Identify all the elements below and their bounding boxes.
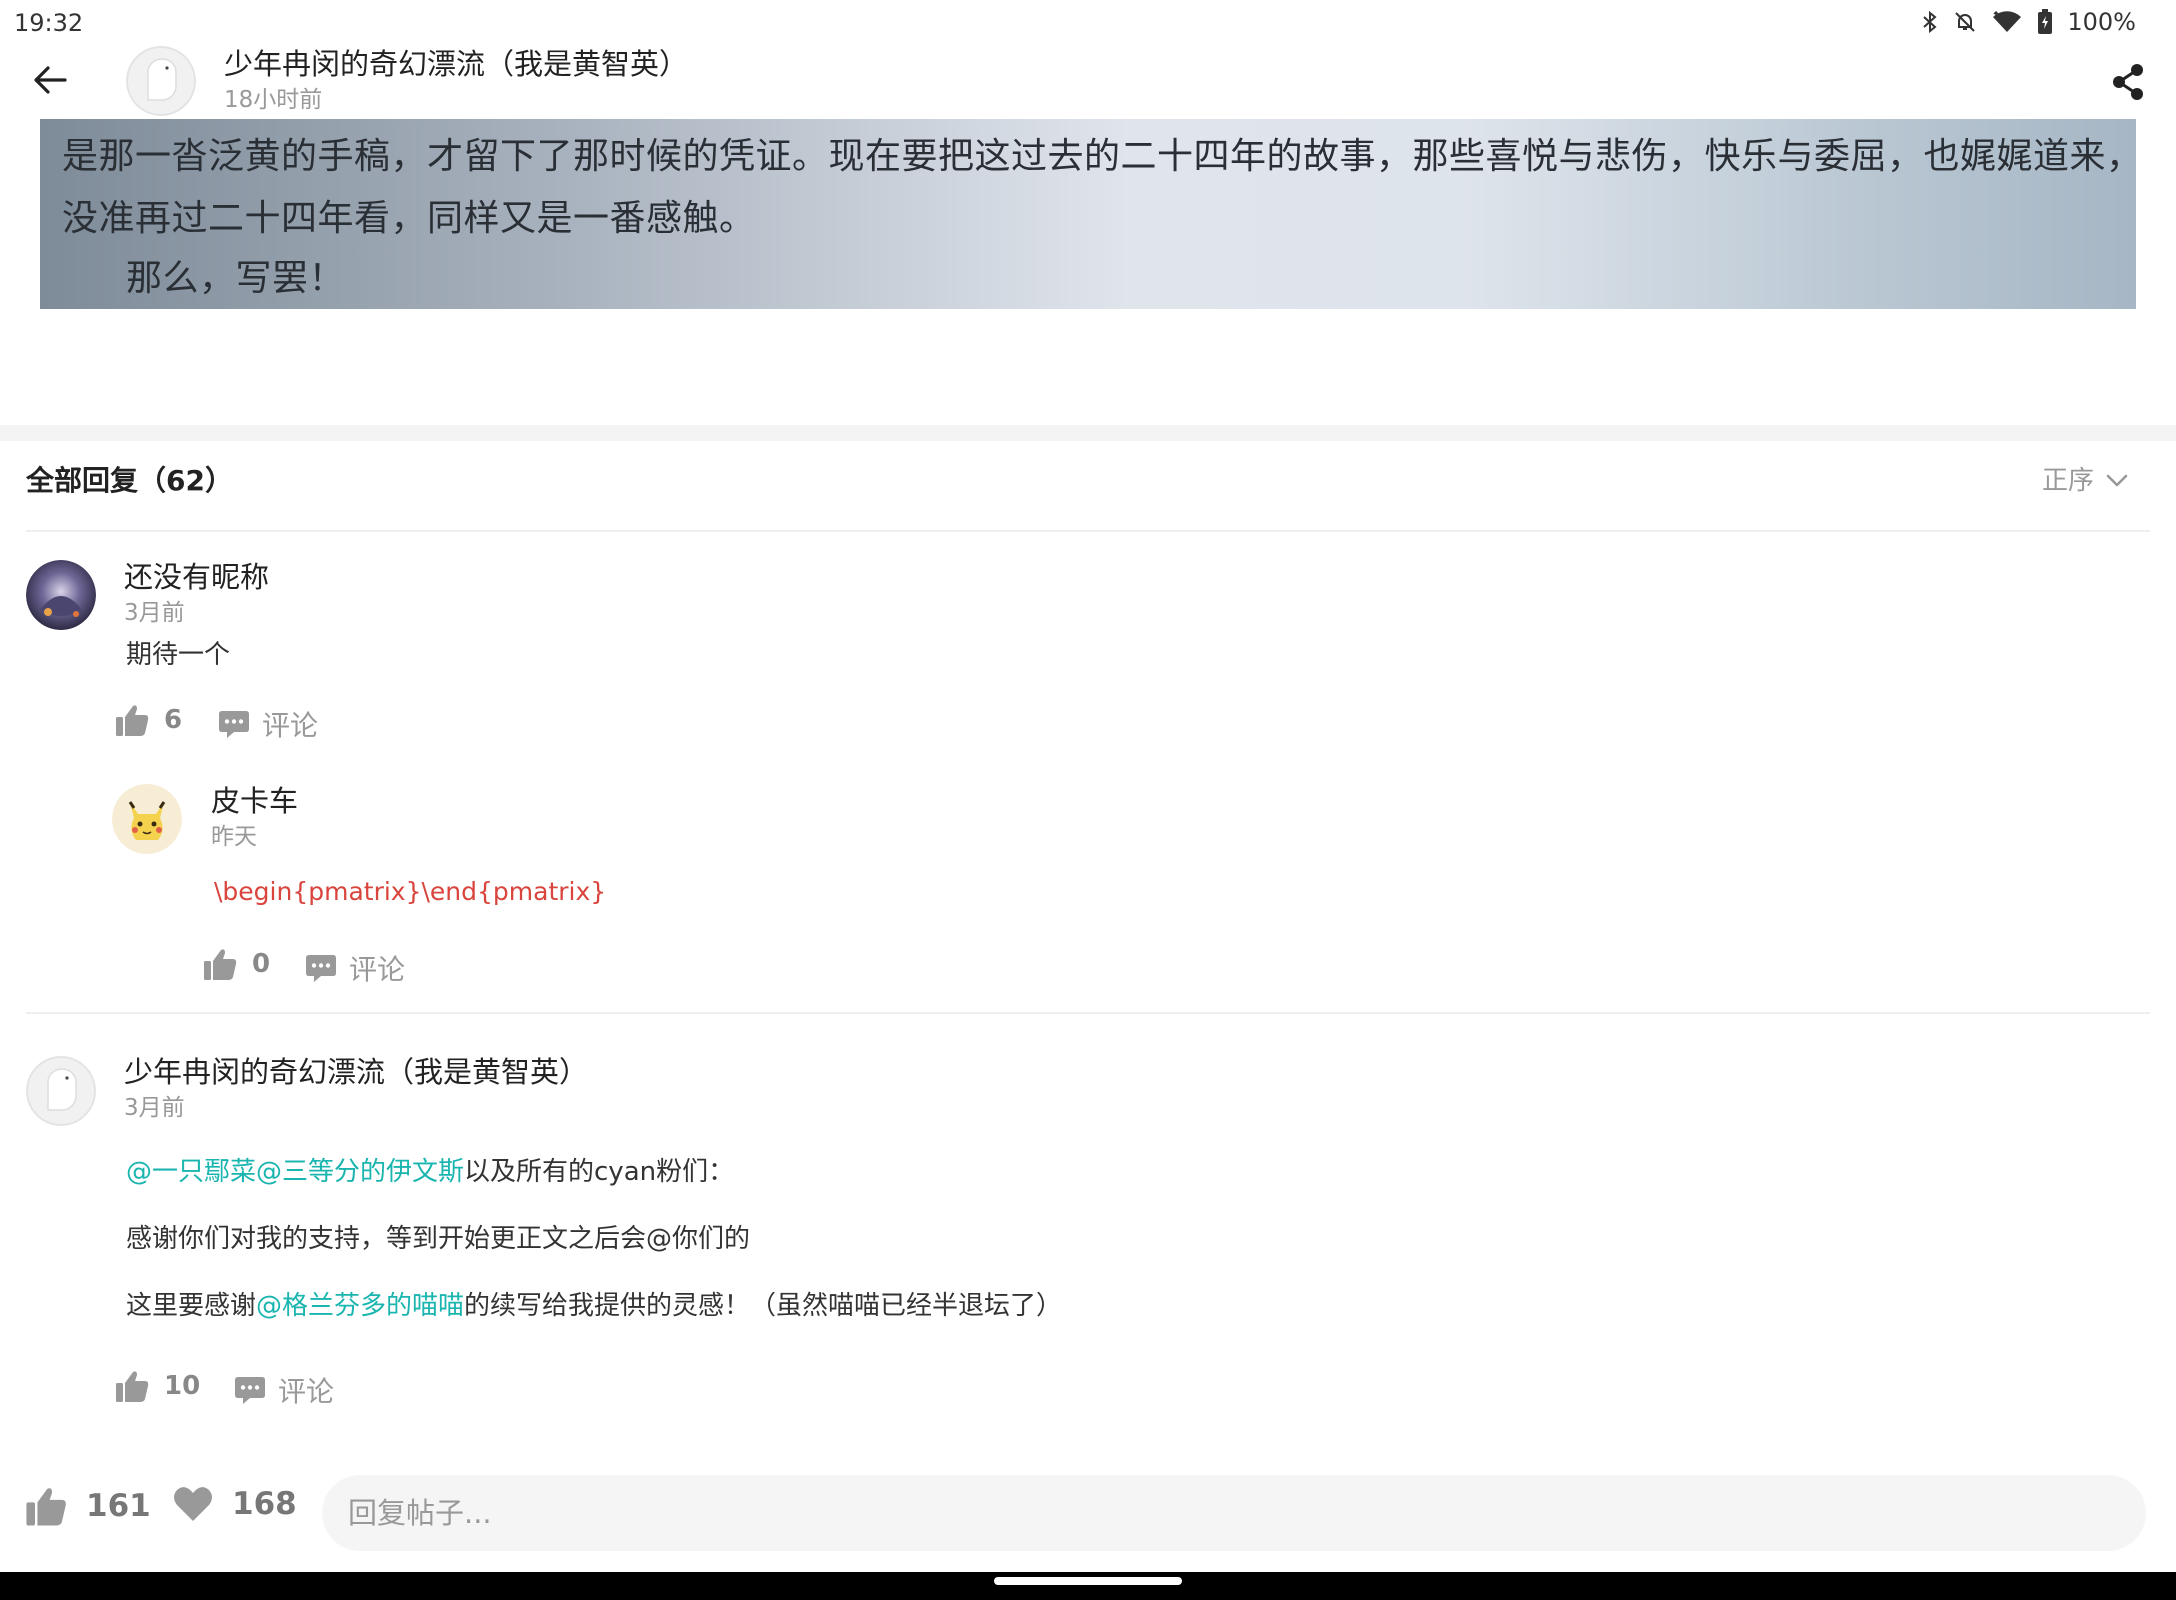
author-avatar[interactable] [126,46,196,116]
reply-avatar[interactable] [26,1056,96,1126]
status-time: 19:32 [14,9,84,37]
comment-icon [306,955,336,982]
comment-label: 评论 [262,709,319,742]
post-time: 18小时前 [224,87,323,113]
reply-paragraph: 感谢你们对我的支持，等到开始更正文之后会@你们的 [126,1224,751,1254]
post-favorite-count: 168 [232,1486,297,1522]
comment-label: 评论 [278,1375,335,1408]
comment-icon [219,711,249,738]
wifi-icon [1993,10,2022,33]
comment-button[interactable]: 评论 [234,1370,334,1410]
battery-icon [2038,9,2053,34]
like-count: 0 [252,949,271,979]
mention-link[interactable]: @一只鄢菜@三等分的伊文斯 [126,1157,464,1187]
sub-reply-author-name[interactable]: 皮卡车 [211,781,298,821]
like-button[interactable]: 0 [202,946,270,982]
reply-text: 以及所有的cyan粉们： [464,1157,735,1187]
reply-time: 3月前 [124,1095,185,1121]
comment-icon [235,1377,265,1404]
reply-paragraph: @一只鄢菜@三等分的伊文斯以及所有的cyan粉们： [126,1154,734,1190]
bluetooth-icon [1923,10,1937,34]
status-icons: 100% [1921,6,2136,38]
divider [26,530,2150,532]
reply-paragraph: 这里要感谢@格兰芬多的喵喵的续写给我提供的灵感！（虽然喵喵已经半退坛了） [126,1288,1062,1324]
image-text-line: 没准再过二十四年看，同样又是一番感触。 [62,198,756,239]
post-image[interactable]: 是那一沓泛黄的手稿，才留下了那时候的凭证。现在要把这过去的二十四年的故事，那些喜… [40,119,2136,309]
sort-label: 正序 [2041,466,2094,496]
reply-author-name[interactable]: 少年冉闵的奇幻漂流（我是黄智英） [124,1052,588,1092]
image-text-line: 是那一沓泛黄的手稿，才留下了那时候的凭证。现在要把这过去的二十四年的故事，那些喜… [62,136,2136,177]
sub-reply-text: \begin{pmatrix}\end{pmatrix} [214,877,607,906]
mention-link[interactable]: @格兰芬多的喵喵 [256,1291,464,1321]
post-author-name[interactable]: 少年冉闵的奇幻漂流（我是黄智英） [224,44,688,84]
replies-title: 全部回复（62） [26,464,233,497]
post-like-count: 161 [86,1488,151,1524]
section-divider [0,425,2176,441]
sort-dropdown[interactable]: 正序 [2042,461,2128,501]
comment-button[interactable]: 评论 [218,704,318,744]
reply-time: 3月前 [124,600,185,626]
reply-text: 的续写给我提供的灵感！（虽然喵喵已经半退坛了） [464,1291,1063,1321]
reply-input[interactable] [322,1475,2146,1551]
comment-label: 评论 [349,953,406,986]
battery-percent: 100% [2067,8,2136,36]
back-arrow-icon [34,66,67,94]
like-button[interactable]: 6 [114,702,182,738]
heart-icon [174,1487,212,1521]
comment-button[interactable]: 评论 [305,948,405,988]
share-button[interactable] [2106,60,2150,104]
divider [26,1012,2150,1014]
post-favorite-button[interactable]: 168 [172,1484,297,1524]
share-icon [2113,64,2143,100]
reply-text: 期待一个 [126,640,231,670]
reply-text: 这里要感谢 [126,1291,257,1321]
reply-avatar[interactable] [26,560,96,630]
chevron-down-icon [2106,474,2128,487]
bell-off-icon [1955,12,1976,32]
image-text-line: 那么，写罢！ [126,258,346,299]
home-gesture-handle[interactable] [994,1577,1182,1585]
thumbs-up-icon [204,949,237,980]
like-button[interactable]: 10 [114,1368,200,1404]
sub-reply-time: 昨天 [211,824,257,850]
thumbs-up-icon [26,1488,66,1526]
sub-reply-avatar[interactable] [112,784,182,854]
thumbs-up-icon [116,705,149,736]
like-count: 6 [164,705,183,735]
like-count: 10 [164,1371,201,1401]
post-like-button[interactable]: 161 [24,1484,151,1528]
reply-author-name[interactable]: 还没有昵称 [124,557,269,597]
back-button[interactable] [28,58,72,102]
thumbs-up-icon [116,1371,149,1402]
